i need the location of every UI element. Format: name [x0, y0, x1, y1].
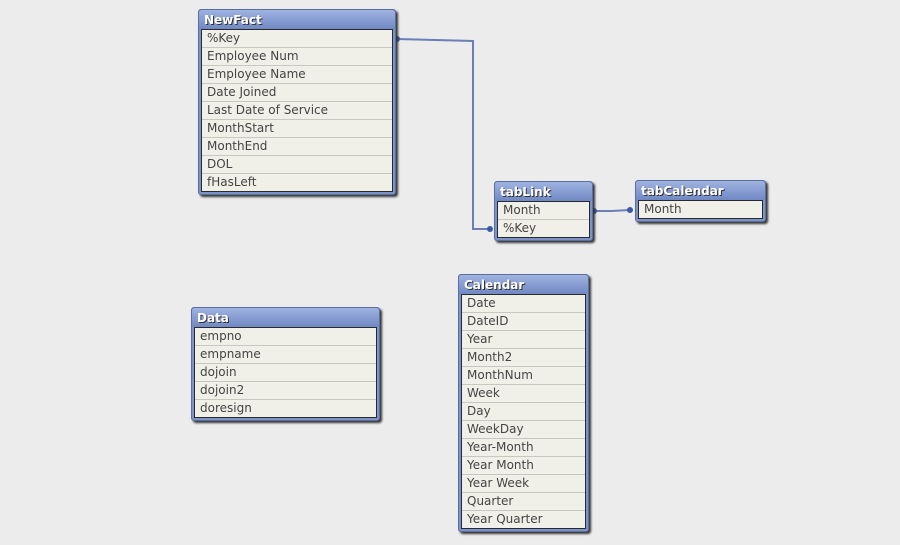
field-item[interactable]: MonthNum	[462, 367, 585, 385]
connector-dot	[487, 226, 493, 232]
field-item[interactable]: Day	[462, 403, 585, 421]
field-item[interactable]: Date	[462, 295, 585, 313]
connector-dot	[627, 207, 633, 213]
field-item[interactable]: Month	[498, 202, 589, 220]
table-title[interactable]: Data	[192, 308, 379, 327]
table-title[interactable]: tabCalendar	[636, 181, 765, 200]
field-item[interactable]: Month2	[462, 349, 585, 367]
table-newfact[interactable]: NewFact %Key Employee Num Employee Name Date…	[198, 9, 396, 195]
field-item[interactable]: Year-Month	[462, 439, 585, 457]
field-item[interactable]: DOL	[202, 156, 392, 174]
field-list: Month %Key	[497, 201, 590, 238]
field-item[interactable]: dojoin2	[195, 382, 376, 400]
field-item[interactable]: fHasLeft	[202, 174, 392, 191]
table-tablink[interactable]: tabLink Month %Key	[494, 181, 593, 241]
field-list: %Key Employee Num Employee Name Date Joined…	[201, 29, 393, 192]
field-item[interactable]: doresign	[195, 400, 376, 417]
field-item[interactable]: Employee Num	[202, 48, 392, 66]
field-item[interactable]: Year Quarter	[462, 511, 585, 528]
field-item[interactable]: Year	[462, 331, 585, 349]
field-item[interactable]: Quarter	[462, 493, 585, 511]
table-tabcalendar[interactable]: tabCalendar Month	[635, 180, 766, 222]
field-item[interactable]: WeekDay	[462, 421, 585, 439]
field-item[interactable]: Date Joined	[202, 84, 392, 102]
table-title[interactable]: NewFact	[199, 10, 395, 29]
table-calendar[interactable]: Calendar Date DateID Year Month2 MonthNum Week…	[458, 274, 589, 532]
field-item[interactable]: dojoin	[195, 364, 376, 382]
field-item[interactable]: Week	[462, 385, 585, 403]
field-item[interactable]: MonthEnd	[202, 138, 392, 156]
field-item[interactable]: DateID	[462, 313, 585, 331]
link-key	[396, 38, 490, 230]
field-item[interactable]: Employee Name	[202, 66, 392, 84]
table-data[interactable]: Data empno empname dojoin dojoin2 doresign	[191, 307, 380, 421]
field-item[interactable]: Year Month	[462, 457, 585, 475]
link-month	[594, 209, 631, 212]
field-item[interactable]: Last Date of Service	[202, 102, 392, 120]
field-item[interactable]: %Key	[498, 220, 589, 237]
link-lines	[394, 36, 633, 232]
field-list: Month	[638, 200, 763, 219]
field-item[interactable]: MonthStart	[202, 120, 392, 138]
field-list: empno empname dojoin dojoin2 doresign	[194, 327, 377, 418]
field-item[interactable]: Year Week	[462, 475, 585, 493]
table-title[interactable]: tabLink	[495, 182, 592, 201]
field-item[interactable]: empname	[195, 346, 376, 364]
field-item[interactable]: Month	[639, 201, 762, 218]
table-title[interactable]: Calendar	[459, 275, 588, 294]
field-list: Date DateID Year Month2 MonthNum Week Day WeekD…	[461, 294, 586, 529]
field-item[interactable]: empno	[195, 328, 376, 346]
field-item[interactable]: %Key	[202, 30, 392, 48]
